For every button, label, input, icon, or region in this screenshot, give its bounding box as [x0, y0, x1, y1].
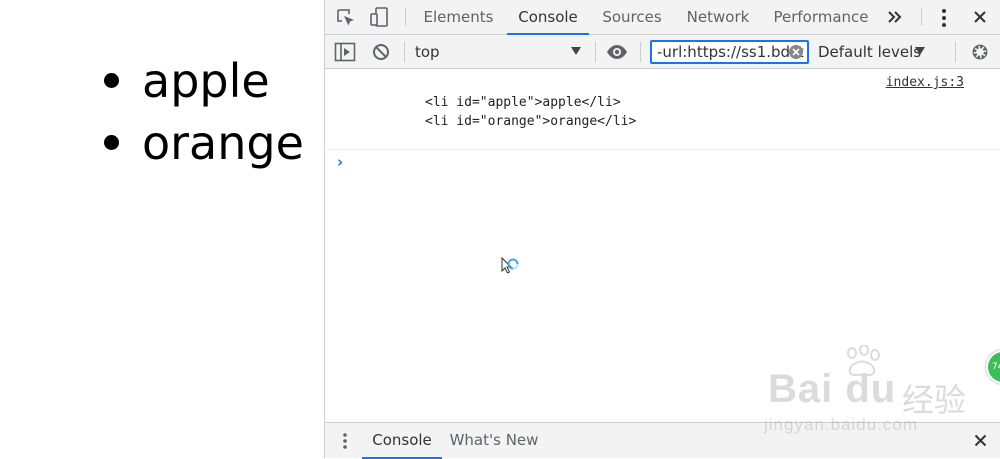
divider	[640, 42, 641, 62]
clear-filter-icon[interactable]	[788, 44, 804, 60]
sidebar-toggle-icon[interactable]	[334, 42, 356, 62]
settings-gear-icon[interactable]	[970, 42, 990, 62]
filter-input[interactable]: -url:https://ss1.bdst	[650, 40, 809, 64]
message-divider	[325, 149, 1000, 150]
context-select-value: top	[415, 43, 440, 61]
divider	[595, 42, 596, 62]
watermark-brand: Bai du	[768, 367, 897, 411]
device-toolbar-icon[interactable]	[368, 6, 390, 28]
bullet-icon	[104, 73, 119, 88]
fruit-list: apple orange	[100, 50, 304, 174]
drawer-menu-icon[interactable]	[341, 432, 349, 450]
drawer-tab-whats-new[interactable]: What's New	[449, 423, 539, 458]
log-levels-dropdown[interactable]: Default levels	[818, 35, 921, 69]
chevron-down-icon[interactable]	[571, 47, 581, 55]
divider	[921, 8, 922, 26]
list-item-label: apple	[142, 54, 270, 108]
context-select[interactable]: top	[415, 37, 585, 67]
chevron-down-icon[interactable]	[915, 47, 925, 55]
source-link[interactable]: index.js:3	[886, 75, 964, 90]
tab-sources[interactable]: Sources	[599, 0, 665, 34]
clear-console-icon[interactable]	[372, 43, 390, 61]
divider	[405, 8, 406, 26]
inspect-element-icon[interactable]	[335, 7, 357, 29]
drawer-tab-console[interactable]: Console	[362, 423, 442, 459]
console-toolbar: top -url:https://ss1.bdst Default levels	[325, 35, 1000, 69]
console-message-line: <li id="orange">orange</li>	[425, 114, 637, 129]
tab-network[interactable]: Network	[681, 0, 755, 34]
tab-performance[interactable]: Performance	[771, 0, 871, 34]
more-tabs-chevron-icon[interactable]	[887, 10, 903, 24]
kebab-menu-icon[interactable]	[938, 8, 950, 28]
bullet-icon	[104, 135, 119, 150]
rendered-page: apple orange	[0, 0, 325, 458]
filter-input-value: -url:https://ss1.bdst	[657, 43, 804, 61]
console-message-line: <li id="apple">apple</li>	[425, 95, 621, 110]
divider	[404, 42, 405, 62]
busy-cursor-icon	[501, 256, 519, 274]
watermark-url: jingyan.baidu.com	[764, 415, 919, 434]
log-levels-label: Default levels	[818, 43, 922, 61]
close-drawer-icon[interactable]	[974, 434, 987, 447]
list-item-apple: apple	[100, 50, 304, 112]
console-message: <li id="apple">apple</li> <li id="orange"…	[425, 93, 636, 131]
tab-elements[interactable]: Elements	[420, 0, 497, 34]
tab-console[interactable]: Console	[507, 0, 589, 35]
close-devtools-icon[interactable]	[973, 10, 987, 24]
divider	[955, 42, 956, 62]
list-item-orange: orange	[100, 112, 304, 174]
devtools-tabbar: Elements Console Sources Network Perform…	[325, 0, 1000, 35]
baidu-jingyan-watermark: Bai du 经验 jingyan.baidu.com	[760, 345, 970, 440]
live-expression-eye-icon[interactable]	[606, 44, 628, 60]
console-prompt[interactable]: ›	[337, 153, 343, 171]
list-item-label: orange	[142, 116, 304, 170]
